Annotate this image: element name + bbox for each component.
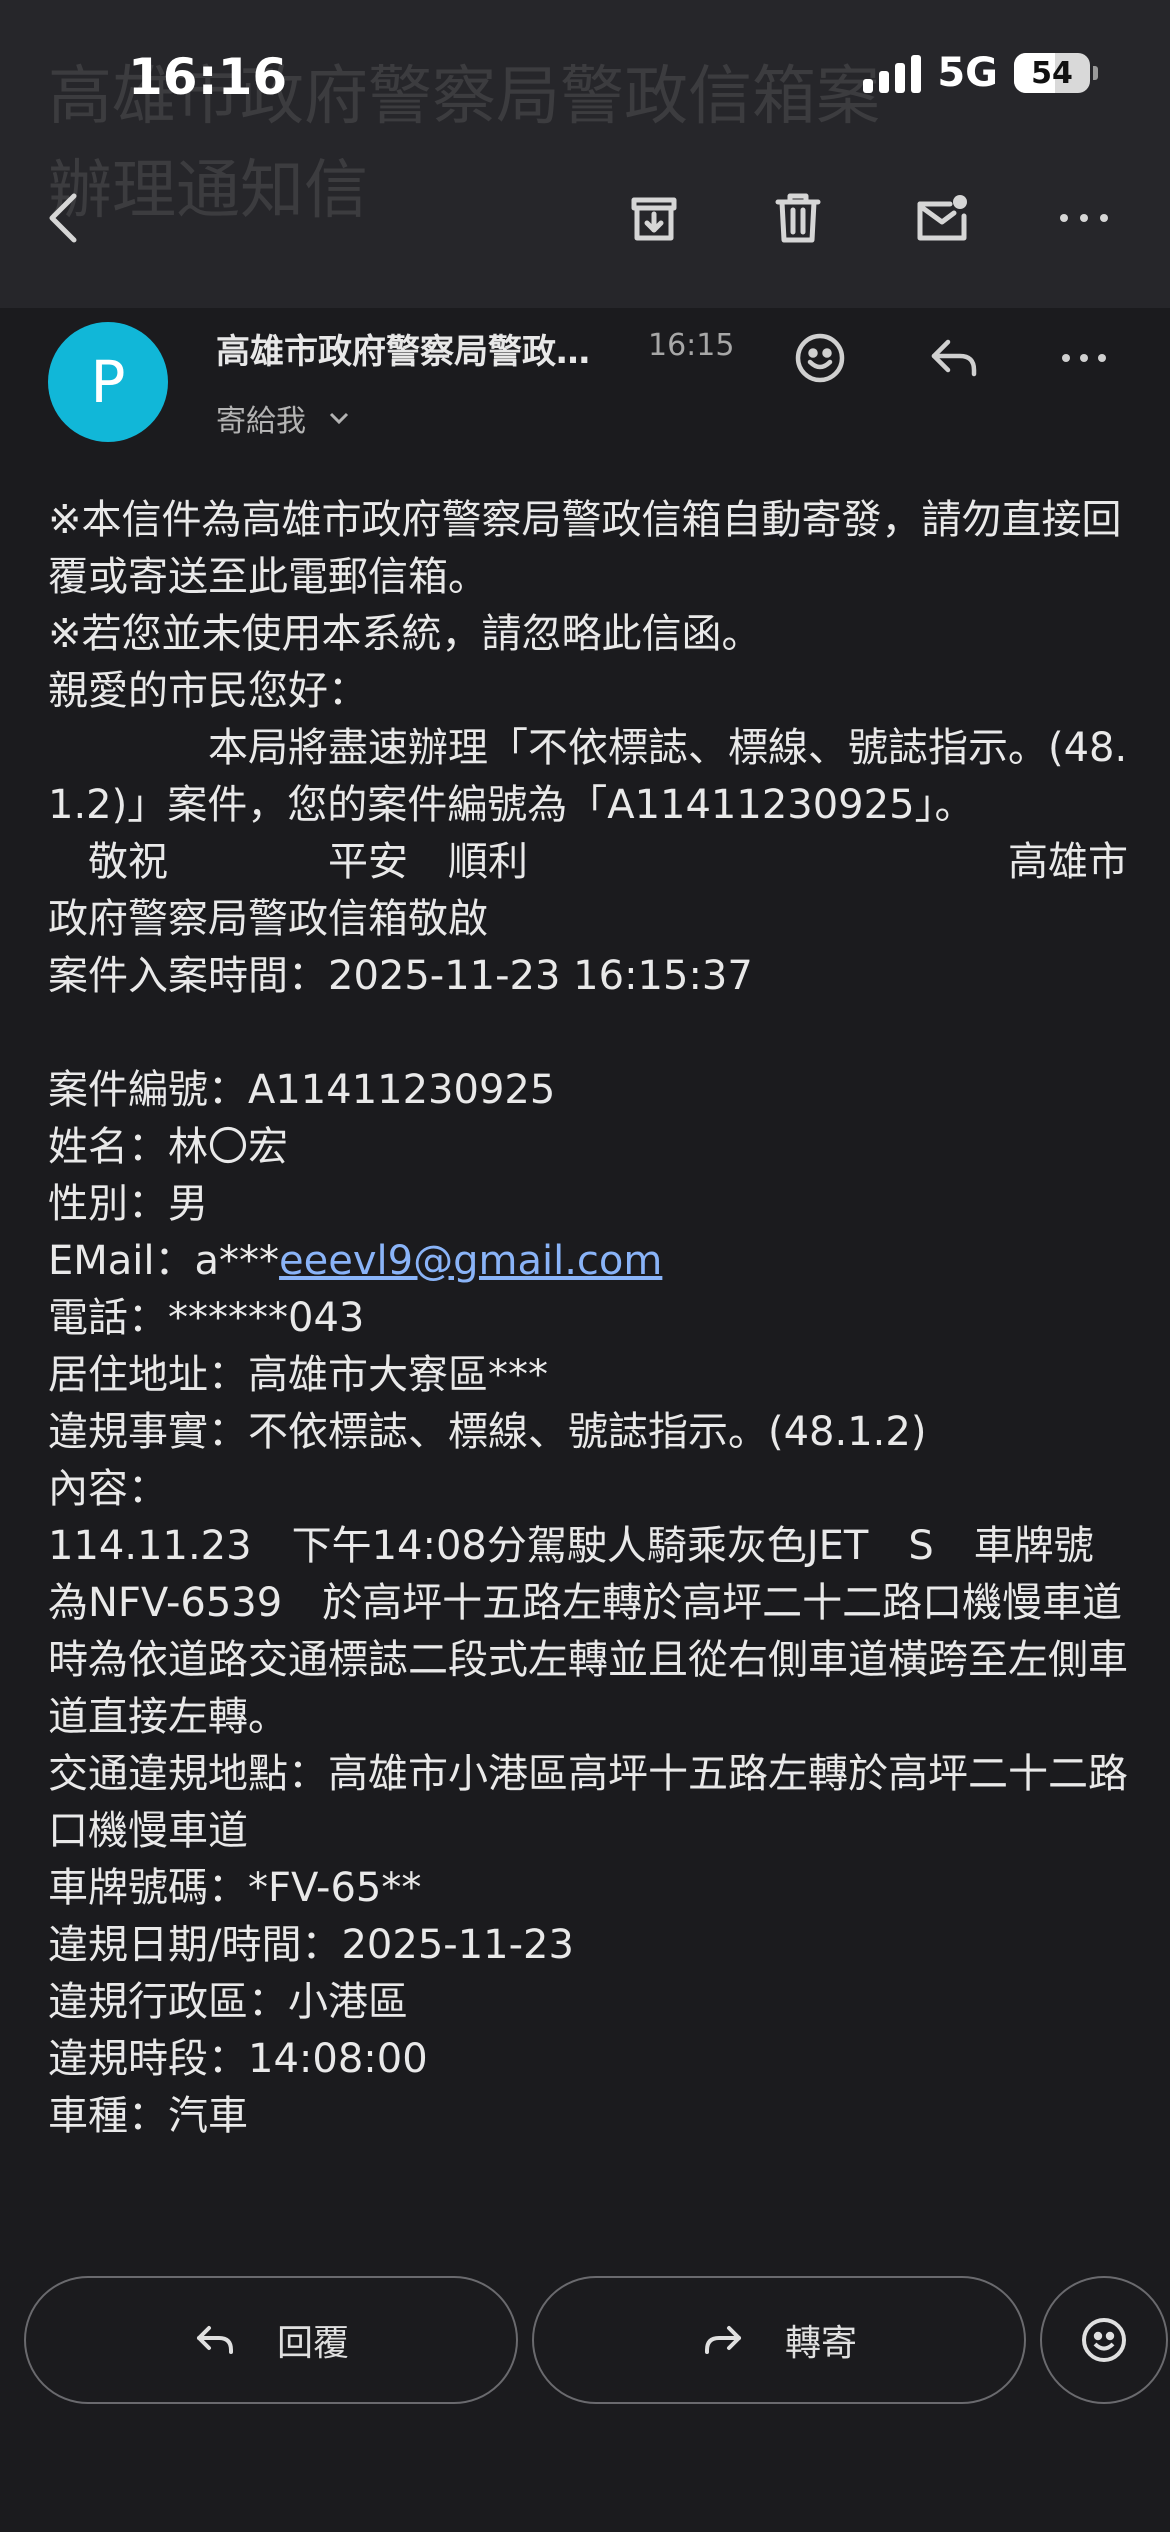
reply-label: 回覆 xyxy=(276,2323,349,2364)
body-line: 性別：男 xyxy=(48,1181,208,1227)
body-line: 違規日期/時間：2025-11-23 xyxy=(48,1922,574,1968)
body-line: 親愛的市民您好： xyxy=(48,668,368,714)
battery-percent: 54 xyxy=(1031,55,1073,91)
sender-name[interactable]: 高雄市政府警察局警政信箱 xyxy=(216,324,616,373)
more-horizontal-icon xyxy=(1062,354,1106,362)
subject-line-2: 辦理通知信 xyxy=(48,154,368,228)
recipient-details-toggle[interactable]: 寄給我 xyxy=(216,396,352,440)
body-line: 電話：******043 xyxy=(48,1295,365,1341)
status-time: 16:16 xyxy=(128,48,288,106)
body-line: 案件編號：A11411230925 xyxy=(48,1067,556,1113)
mail-unread-icon xyxy=(917,195,967,241)
body-line: 車種：汽車 xyxy=(48,2093,248,2139)
trash-icon xyxy=(775,193,821,243)
body-line: 敬祝 平安 順利 高雄市政府警察局警政信箱敬啟 xyxy=(48,839,1128,942)
body-line: 交通違規地點：高雄市小港區高坪十五路左轉於高坪二十二路口機慢車道 xyxy=(48,1751,1128,1854)
add-reaction-button[interactable] xyxy=(780,318,860,398)
archive-icon xyxy=(631,197,677,241)
status-indicators: 5G 54 xyxy=(863,50,1098,96)
reply-button[interactable]: 回覆 xyxy=(24,2276,518,2404)
bottom-action-bar: 回覆 轉寄 xyxy=(0,2258,1170,2532)
reply-icon xyxy=(931,339,977,377)
mark-unread-button[interactable] xyxy=(902,178,982,258)
forward-button[interactable]: 轉寄 xyxy=(532,2276,1026,2404)
message-body: ※本信件為高雄市政府警察局警政信箱自動寄發，請勿直接回覆或寄送至此電郵信箱。 ※… xyxy=(48,492,1128,2258)
react-button[interactable] xyxy=(1040,2276,1168,2404)
email-label: EMail：a*** xyxy=(48,1238,280,1284)
reply-icon-button[interactable] xyxy=(914,318,994,398)
body-line: 本局將盡速辦理「不依標誌、標線、號誌指示。(48.1.2)」案件，您的案件編號為… xyxy=(48,725,1128,828)
more-options-button[interactable] xyxy=(1044,178,1124,258)
body-line: 居住地址：高雄市大寮區*** xyxy=(48,1352,548,1398)
arrow-left-icon xyxy=(49,193,77,243)
email-line: EMail：a***eeevl9@gmail.com xyxy=(48,1233,1128,1290)
battery-icon: 54 xyxy=(1014,53,1098,93)
body-line: 違規行政區：小港區 xyxy=(48,1979,408,2025)
sender-avatar[interactable]: P xyxy=(48,322,168,442)
message-more-button[interactable] xyxy=(1044,318,1124,398)
email-app: 高雄市政府警察局警政信箱案 辦理通知信 16:16 5G 54 P 高雄市政府警… xyxy=(0,0,1170,2532)
recipient-label: 寄給我 xyxy=(216,404,306,439)
back-button[interactable] xyxy=(26,178,106,258)
avatar-letter: P xyxy=(90,348,126,416)
emoji-icon xyxy=(1082,2318,1126,2362)
body-line: 內容： xyxy=(48,1466,168,1512)
top-app-bar: 高雄市政府警察局警政信箱案 辦理通知信 16:16 5G 54 xyxy=(0,0,1170,308)
body-line: 案件入案時間：2025-11-23 16:15:37 xyxy=(48,953,753,999)
body-line: ※若您並未使用本系統，請忽略此信函。 xyxy=(48,611,762,657)
signal-icon xyxy=(863,53,922,93)
body-line: 姓名：林〇宏 xyxy=(48,1124,288,1170)
body-line: ※本信件為高雄市政府警察局警政信箱自動寄發，請勿直接回覆或寄送至此電郵信箱。 xyxy=(48,497,1122,600)
forward-label: 轉寄 xyxy=(784,2323,857,2364)
forward-icon xyxy=(704,2326,741,2354)
body-line: 114.11.23 下午14:08分駕駛人騎乘灰色JET S 車牌號為NFV-6… xyxy=(48,1523,1128,1740)
network-type: 5G xyxy=(937,50,998,96)
chevron-down-icon xyxy=(329,412,349,425)
body-line: 車牌號碼：*FV-65** xyxy=(48,1865,422,1911)
archive-button[interactable] xyxy=(614,178,694,258)
emoji-icon xyxy=(795,333,845,383)
delete-button[interactable] xyxy=(758,178,838,258)
sent-time: 16:15 xyxy=(648,328,735,363)
body-line: 違規時段：14:08:00 xyxy=(48,2036,428,2082)
body-line: 違規事實：不依標誌、標線、號誌指示。(48.1.2) xyxy=(48,1409,927,1455)
email-link[interactable]: eeevl9@gmail.com xyxy=(279,1238,662,1284)
reply-icon xyxy=(196,2326,233,2354)
more-horizontal-icon xyxy=(1060,214,1108,222)
